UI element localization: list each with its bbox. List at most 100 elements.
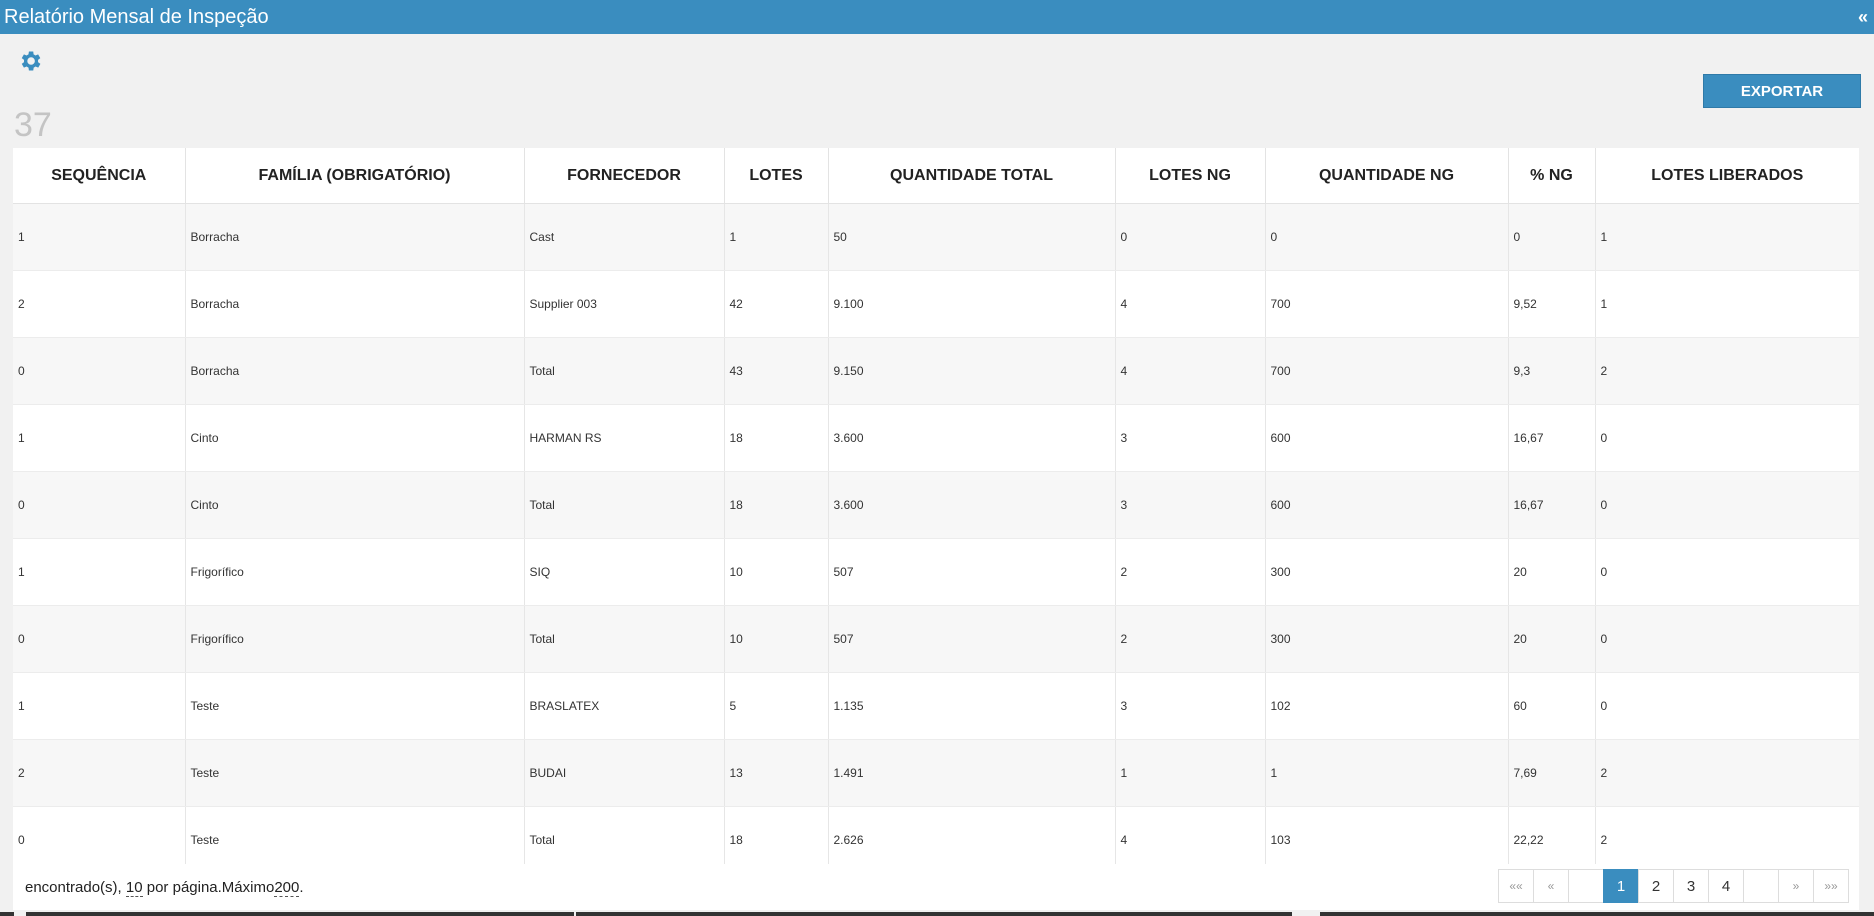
table-cell: 1 bbox=[13, 203, 186, 271]
next-page-button[interactable]: » bbox=[1778, 869, 1814, 903]
prev-page-button[interactable]: « bbox=[1533, 869, 1569, 903]
bottom-border bbox=[1320, 912, 1874, 916]
table-cell: 20 bbox=[1508, 605, 1596, 673]
last-page-button[interactable]: »» bbox=[1813, 869, 1849, 903]
table-cell: 1 bbox=[1595, 203, 1859, 271]
table-cell: 20 bbox=[1508, 538, 1596, 606]
max-value[interactable]: 200 bbox=[274, 879, 300, 897]
table-cell: 1 bbox=[13, 538, 186, 606]
table-cell: 0 bbox=[1595, 672, 1859, 740]
column-header[interactable]: LOTES LIBERADOS bbox=[1595, 148, 1859, 204]
table-cell: 0 bbox=[1595, 538, 1859, 606]
table-row[interactable]: 1 Cinto HARMAN RS 18 3.600 3 600 16,67 0 bbox=[13, 404, 1859, 472]
table-cell: Cinto bbox=[185, 404, 525, 472]
collapse-panel-icon[interactable]: « bbox=[1858, 7, 1868, 28]
table-cell: 13 bbox=[724, 739, 829, 807]
table-cell: Frigorífico bbox=[185, 538, 525, 606]
table-row[interactable]: 2 Teste BUDAI 13 1.491 1 1 7,69 2 bbox=[13, 739, 1859, 807]
table-row[interactable]: 1 Frigorífico SIQ 10 507 2 300 20 0 bbox=[13, 538, 1859, 606]
table-cell: Teste bbox=[185, 672, 525, 740]
table-cell: 9.150 bbox=[828, 337, 1116, 405]
table-cell: 1 bbox=[13, 404, 186, 472]
table-cell: Total bbox=[524, 337, 725, 405]
column-header[interactable]: LOTES NG bbox=[1115, 148, 1266, 204]
table-cell: 1 bbox=[1115, 739, 1266, 807]
table-cell: 16,67 bbox=[1508, 471, 1596, 539]
table-cell: Borracha bbox=[185, 337, 525, 405]
page-button-3[interactable]: 3 bbox=[1673, 869, 1709, 903]
table-cell: 1 bbox=[724, 203, 829, 271]
table-row[interactable]: 0 Cinto Total 18 3.600 3 600 16,67 0 bbox=[13, 471, 1859, 539]
table-cell: 2 bbox=[1595, 337, 1859, 405]
table-cell: BUDAI bbox=[524, 739, 725, 807]
per-page-label: por página.Máximo bbox=[146, 879, 275, 896]
table-cell: Frigorífico bbox=[185, 605, 525, 673]
table-cell: 10 bbox=[724, 605, 829, 673]
table-cell: 3 bbox=[1115, 404, 1266, 472]
inspection-table: SEQUÊNCIA FAMÍLIA (OBRIGATÓRIO) FORNECEDOR… bbox=[13, 148, 1859, 874]
table-cell: 0 bbox=[1265, 203, 1509, 271]
results-info: encontrado(s), 10 por página.Máximo200. bbox=[25, 879, 304, 897]
table-cell: 0 bbox=[1508, 203, 1596, 271]
table-cell: 4 bbox=[1115, 337, 1266, 405]
column-header[interactable]: FAMÍLIA (OBRIGATÓRIO) bbox=[185, 148, 525, 204]
column-header[interactable]: % NG bbox=[1508, 148, 1596, 204]
column-header[interactable]: LOTES bbox=[724, 148, 829, 204]
table-cell: 2 bbox=[1115, 605, 1266, 673]
table-cell: 43 bbox=[724, 337, 829, 405]
result-count: 37 bbox=[14, 106, 52, 144]
table-cell: 1.491 bbox=[828, 739, 1116, 807]
table-cell: 2 bbox=[1115, 538, 1266, 606]
table-cell: 700 bbox=[1265, 270, 1509, 338]
bottom-border bbox=[26, 912, 574, 916]
table-cell: 9.100 bbox=[828, 270, 1116, 338]
table-cell: 300 bbox=[1265, 605, 1509, 673]
column-header[interactable]: QUANTIDADE TOTAL bbox=[828, 148, 1116, 204]
gear-icon[interactable] bbox=[17, 48, 43, 74]
table-cell: Borracha bbox=[185, 203, 525, 271]
table-cell: HARMAN RS bbox=[524, 404, 725, 472]
table-row[interactable]: 0 Borracha Total 43 9.150 4 700 9,3 2 bbox=[13, 337, 1859, 405]
table-cell: 18 bbox=[724, 404, 829, 472]
table-cell: 507 bbox=[828, 538, 1116, 606]
page-button-2[interactable]: 2 bbox=[1638, 869, 1674, 903]
column-header[interactable]: QUANTIDADE NG bbox=[1265, 148, 1509, 204]
bottom-border bbox=[576, 912, 1292, 916]
page-size-value[interactable]: 10 bbox=[125, 879, 143, 897]
first-page-button[interactable]: «« bbox=[1498, 869, 1534, 903]
page-title: Relatório Mensal de Inspeção bbox=[4, 5, 269, 28]
table-cell: 4 bbox=[1115, 270, 1266, 338]
page-button-1[interactable]: 1 bbox=[1603, 869, 1639, 903]
column-header[interactable]: FORNECEDOR bbox=[524, 148, 725, 204]
table-cell: 1 bbox=[13, 672, 186, 740]
table-cell: 1 bbox=[1595, 270, 1859, 338]
table-cell: 5 bbox=[724, 672, 829, 740]
export-button[interactable]: EXPORTAR bbox=[1703, 74, 1861, 108]
table-cell: 300 bbox=[1265, 538, 1509, 606]
table-cell: 3.600 bbox=[828, 471, 1116, 539]
table-cell: Supplier 003 bbox=[524, 270, 725, 338]
table-row[interactable]: 1 Borracha Cast 1 50 0 0 0 1 bbox=[13, 203, 1859, 271]
pager-blank bbox=[1743, 869, 1779, 903]
table-cell: 42 bbox=[724, 270, 829, 338]
table-cell: 0 bbox=[13, 337, 186, 405]
table-cell: 3.600 bbox=[828, 404, 1116, 472]
table-cell: 10 bbox=[724, 538, 829, 606]
table-cell: 0 bbox=[13, 605, 186, 673]
table-cell: Total bbox=[524, 605, 725, 673]
table-cell: 600 bbox=[1265, 404, 1509, 472]
bottom-border bbox=[0, 912, 14, 916]
table-cell: SIQ bbox=[524, 538, 725, 606]
table-row[interactable]: 2 Borracha Supplier 003 42 9.100 4 700 9,52 1 bbox=[13, 270, 1859, 338]
table-row[interactable]: 1 Teste BRASLATEX 5 1.135 3 102 60 0 bbox=[13, 672, 1859, 740]
table-cell: 0 bbox=[1595, 404, 1859, 472]
table-cell: 0 bbox=[1115, 203, 1266, 271]
table-cell: Cinto bbox=[185, 471, 525, 539]
column-header[interactable]: SEQUÊNCIA bbox=[13, 148, 186, 204]
table-cell: 0 bbox=[1595, 605, 1859, 673]
table-row[interactable]: 0 Frigorífico Total 10 507 2 300 20 0 bbox=[13, 605, 1859, 673]
table-header-row: SEQUÊNCIA FAMÍLIA (OBRIGATÓRIO) FORNECEDOR… bbox=[13, 148, 1859, 204]
table-cell: 50 bbox=[828, 203, 1116, 271]
page-button-4[interactable]: 4 bbox=[1708, 869, 1744, 903]
table-cell: 9,52 bbox=[1508, 270, 1596, 338]
